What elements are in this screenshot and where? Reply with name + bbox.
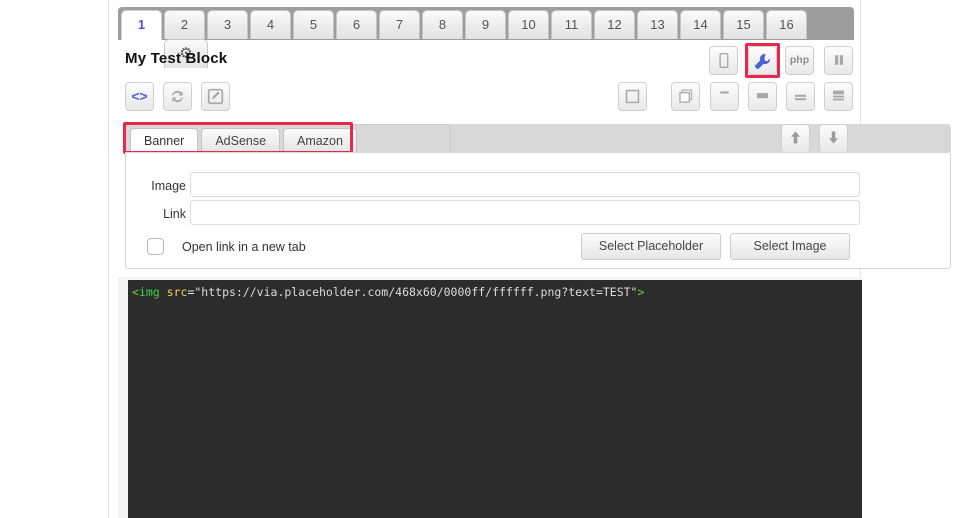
filled-bar-icon — [756, 93, 769, 99]
layout-single-button[interactable] — [618, 82, 647, 111]
block-tab-12[interactable]: 12 — [594, 10, 635, 39]
block-tab-6[interactable]: 6 — [336, 10, 377, 39]
layout-top-bar-button[interactable] — [710, 82, 739, 111]
block-tab-7[interactable]: 7 — [379, 10, 420, 39]
code-token: src — [166, 285, 188, 299]
layout-two-lines-button[interactable] — [786, 82, 815, 111]
move-up-button[interactable] — [781, 124, 810, 153]
block-tab-4[interactable]: 4 — [250, 10, 291, 39]
refresh-button[interactable] — [163, 82, 192, 111]
block-tab-14[interactable]: 14 — [680, 10, 721, 39]
layout-filled-bar-button[interactable] — [748, 82, 777, 111]
php-button[interactable]: php — [785, 46, 814, 75]
open-in-new-tab-checkbox[interactable] — [147, 238, 164, 255]
image-input[interactable] — [190, 172, 860, 197]
layout-block-lines-button[interactable] — [824, 82, 853, 111]
edit-button[interactable] — [201, 82, 230, 111]
move-down-button[interactable] — [819, 124, 848, 153]
code-token: < — [132, 285, 139, 299]
code-editor[interactable]: <img src="https://via.placeholder.com/46… — [128, 280, 862, 518]
pause-icon — [834, 55, 843, 65]
pencil-square-icon — [207, 88, 224, 105]
block-tab-9[interactable]: 9 — [465, 10, 506, 39]
ad-type-tabs: Banner AdSense Amazon — [125, 124, 451, 153]
block-tab-strip: 1 2 3 4 5 6 7 8 9 10 11 12 13 14 15 16 ⚙ — [118, 7, 854, 68]
code-token: "https://via.placeholder.com/468x60/0000… — [194, 285, 638, 299]
block-tab-15[interactable]: 15 — [723, 10, 764, 39]
arrow-up-icon — [791, 131, 800, 144]
settings-wrench-button[interactable] — [748, 46, 777, 75]
page-container: 1 2 3 4 5 6 7 8 9 10 11 12 13 14 15 16 ⚙ My Test Block <… — [108, 0, 951, 518]
pause-button[interactable] — [824, 46, 853, 75]
php-icon: php — [789, 54, 810, 66]
app-root: 1 2 3 4 5 6 7 8 9 10 11 12 13 14 15 16 ⚙ My Test Block <… — [0, 0, 969, 518]
block-tab-8[interactable]: 8 — [422, 10, 463, 39]
select-image-button[interactable]: Select Image — [730, 233, 850, 260]
stacked-squares-icon — [679, 89, 693, 103]
small-bar-icon — [720, 91, 729, 94]
select-placeholder-button[interactable]: Select Placeholder — [581, 233, 721, 260]
link-field-label: Link — [163, 207, 186, 221]
block-tab-10[interactable]: 10 — [508, 10, 549, 39]
page-title: My Test Block — [125, 50, 228, 67]
two-lines-icon — [794, 94, 807, 101]
block-tab-13[interactable]: 13 — [637, 10, 678, 39]
code-line[interactable]: <img src="https://via.placeholder.com/46… — [128, 280, 862, 300]
code-token: img — [138, 285, 160, 299]
refresh-icon — [171, 90, 184, 103]
link-input[interactable] — [190, 200, 860, 225]
ad-type-tab-adsense[interactable]: AdSense — [201, 128, 281, 153]
square-outline-icon — [625, 89, 640, 104]
mobile-preview-button[interactable] — [709, 46, 738, 75]
block-lines-icon — [832, 90, 845, 101]
arrow-down-icon — [829, 131, 838, 144]
block-tab-16[interactable]: 16 — [766, 10, 807, 39]
layout-stacked-button[interactable] — [671, 82, 700, 111]
block-tab-1[interactable]: 1 — [121, 10, 162, 40]
block-tab-2[interactable]: 2 — [164, 10, 205, 39]
ad-type-tab-amazon[interactable]: Amazon — [283, 128, 357, 153]
open-in-new-tab-label: Open link in a new tab — [182, 240, 306, 254]
image-field-label: Image — [151, 179, 186, 193]
code-view-button[interactable]: <> — [125, 82, 154, 111]
code-editor-container: <img src="https://via.placeholder.com/46… — [118, 277, 862, 518]
mobile-device-icon — [719, 53, 729, 68]
block-tab-3[interactable]: 3 — [207, 10, 248, 39]
wrench-icon — [755, 54, 770, 69]
code-brackets-icon: <> — [131, 88, 148, 104]
code-token: > — [637, 285, 645, 299]
ad-type-tab-banner[interactable]: Banner — [130, 128, 199, 153]
editor-gutter — [118, 277, 128, 518]
block-tab-5[interactable]: 5 — [293, 10, 334, 39]
block-tab-11[interactable]: 11 — [551, 10, 592, 39]
banner-form-panel: Image Link Open link in a new tab Select… — [125, 152, 951, 269]
